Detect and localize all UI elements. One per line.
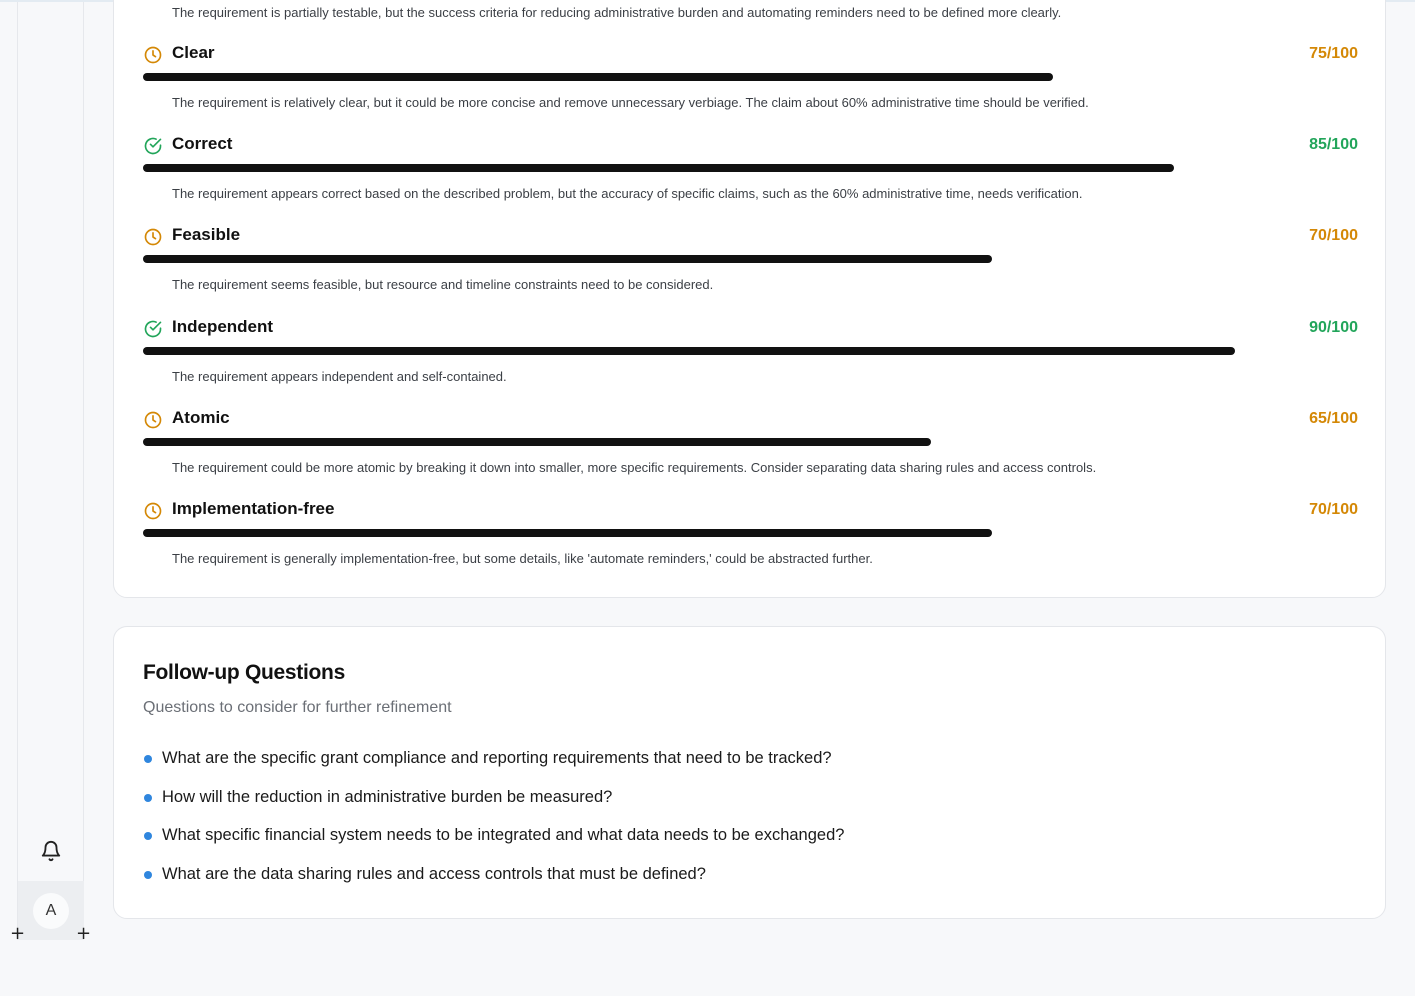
- criterion-score: 70/100: [1309, 227, 1358, 245]
- question-item: What are the specific grant compliance a…: [143, 749, 844, 788]
- criterion-score: 70/100: [1309, 501, 1358, 518]
- criterion-score: 90/100: [1309, 318, 1358, 336]
- criterion-progress-bar: [143, 346, 1235, 355]
- criterion-description: The requirement seems feasible, but reso…: [172, 277, 714, 293]
- user-menu[interactable]: A: [18, 881, 84, 940]
- criterion-progress-bar: [143, 529, 992, 537]
- followup-questions-card: Follow-up Questions Questions to conside…: [113, 626, 1386, 919]
- bullet-icon: [144, 832, 152, 840]
- question-text: What specific financial system needs to …: [162, 826, 845, 844]
- questions-list: What are the specific grant compliance a…: [143, 749, 844, 903]
- quality-assessment-card: The requirement is partially testable, b…: [113, 0, 1386, 598]
- plus-icon: +: [76, 923, 92, 944]
- criterion-score: 75/100: [1309, 45, 1358, 62]
- criterion-name: Independent: [172, 316, 274, 336]
- check-circle-icon: [143, 319, 163, 339]
- clock-icon: [143, 501, 163, 521]
- testable-description: The requirement is partially testable, b…: [172, 5, 1062, 20]
- criterion-row: Independent 90/100 The requirement appears…: [143, 317, 1358, 407]
- criterion-name: Implementation-free: [172, 499, 335, 518]
- criterion-name: Feasible: [172, 225, 241, 245]
- bullet-icon: [144, 793, 152, 802]
- criterion-progress-bar: [143, 437, 931, 446]
- clock-icon: [143, 45, 163, 65]
- criterion-row: Feasible 70/100 The requirement seems feas…: [143, 225, 1358, 315]
- criterion-score: 85/100: [1309, 136, 1358, 154]
- criterion-row: Clear 75/100 The requirement is relatively…: [143, 43, 1358, 133]
- criterion-progress-bar: [143, 164, 1174, 173]
- criterion-row: Correct 85/100 The requirement appears cor…: [143, 134, 1358, 224]
- criterion-name: Atomic: [172, 407, 230, 427]
- criterion-row: Atomic 65/100 The requirement could be mor…: [143, 408, 1358, 498]
- followup-title: Follow-up Questions: [143, 661, 345, 684]
- bullet-icon: [144, 870, 152, 879]
- criterion-progress-bar: [143, 73, 1053, 81]
- criterion-description: The requirement is relatively clear, but…: [172, 95, 1089, 110]
- criterion-name: Clear: [172, 43, 215, 62]
- bullet-icon: [144, 755, 152, 763]
- criterion-row: Implementation-free 70/100 The requirement…: [143, 499, 1358, 589]
- clock-icon: [143, 410, 163, 430]
- question-text: How will the reduction in administrative…: [162, 787, 613, 806]
- check-circle-icon: [143, 136, 163, 156]
- question-text: What are the specific grant compliance a…: [162, 749, 832, 767]
- clock-icon: [143, 227, 163, 247]
- question-item: What specific financial system needs to …: [143, 826, 844, 865]
- avatar[interactable]: A: [33, 893, 69, 929]
- criterion-description: The requirement appears independent and …: [172, 368, 507, 384]
- sidebar: A: [17, 2, 84, 940]
- question-item: What are the data sharing rules and acce…: [143, 865, 844, 904]
- criterion-score: 65/100: [1309, 409, 1358, 427]
- criterion-description: The requirement appears correct based on…: [172, 186, 1083, 202]
- avatar-initial: A: [45, 902, 57, 919]
- criterion-description: The requirement could be more atomic by …: [172, 459, 1097, 475]
- criterion-name: Correct: [172, 134, 233, 154]
- plus-icon: +: [10, 923, 26, 944]
- question-text: What are the data sharing rules and acce…: [162, 864, 706, 883]
- criterion-progress-bar: [143, 255, 992, 264]
- followup-subtitle: Questions to consider for further refine…: [143, 699, 452, 716]
- question-item: How will the reduction in administrative…: [143, 788, 844, 827]
- bell-icon[interactable]: [40, 840, 62, 862]
- criterion-description: The requirement is generally implementat…: [172, 551, 873, 566]
